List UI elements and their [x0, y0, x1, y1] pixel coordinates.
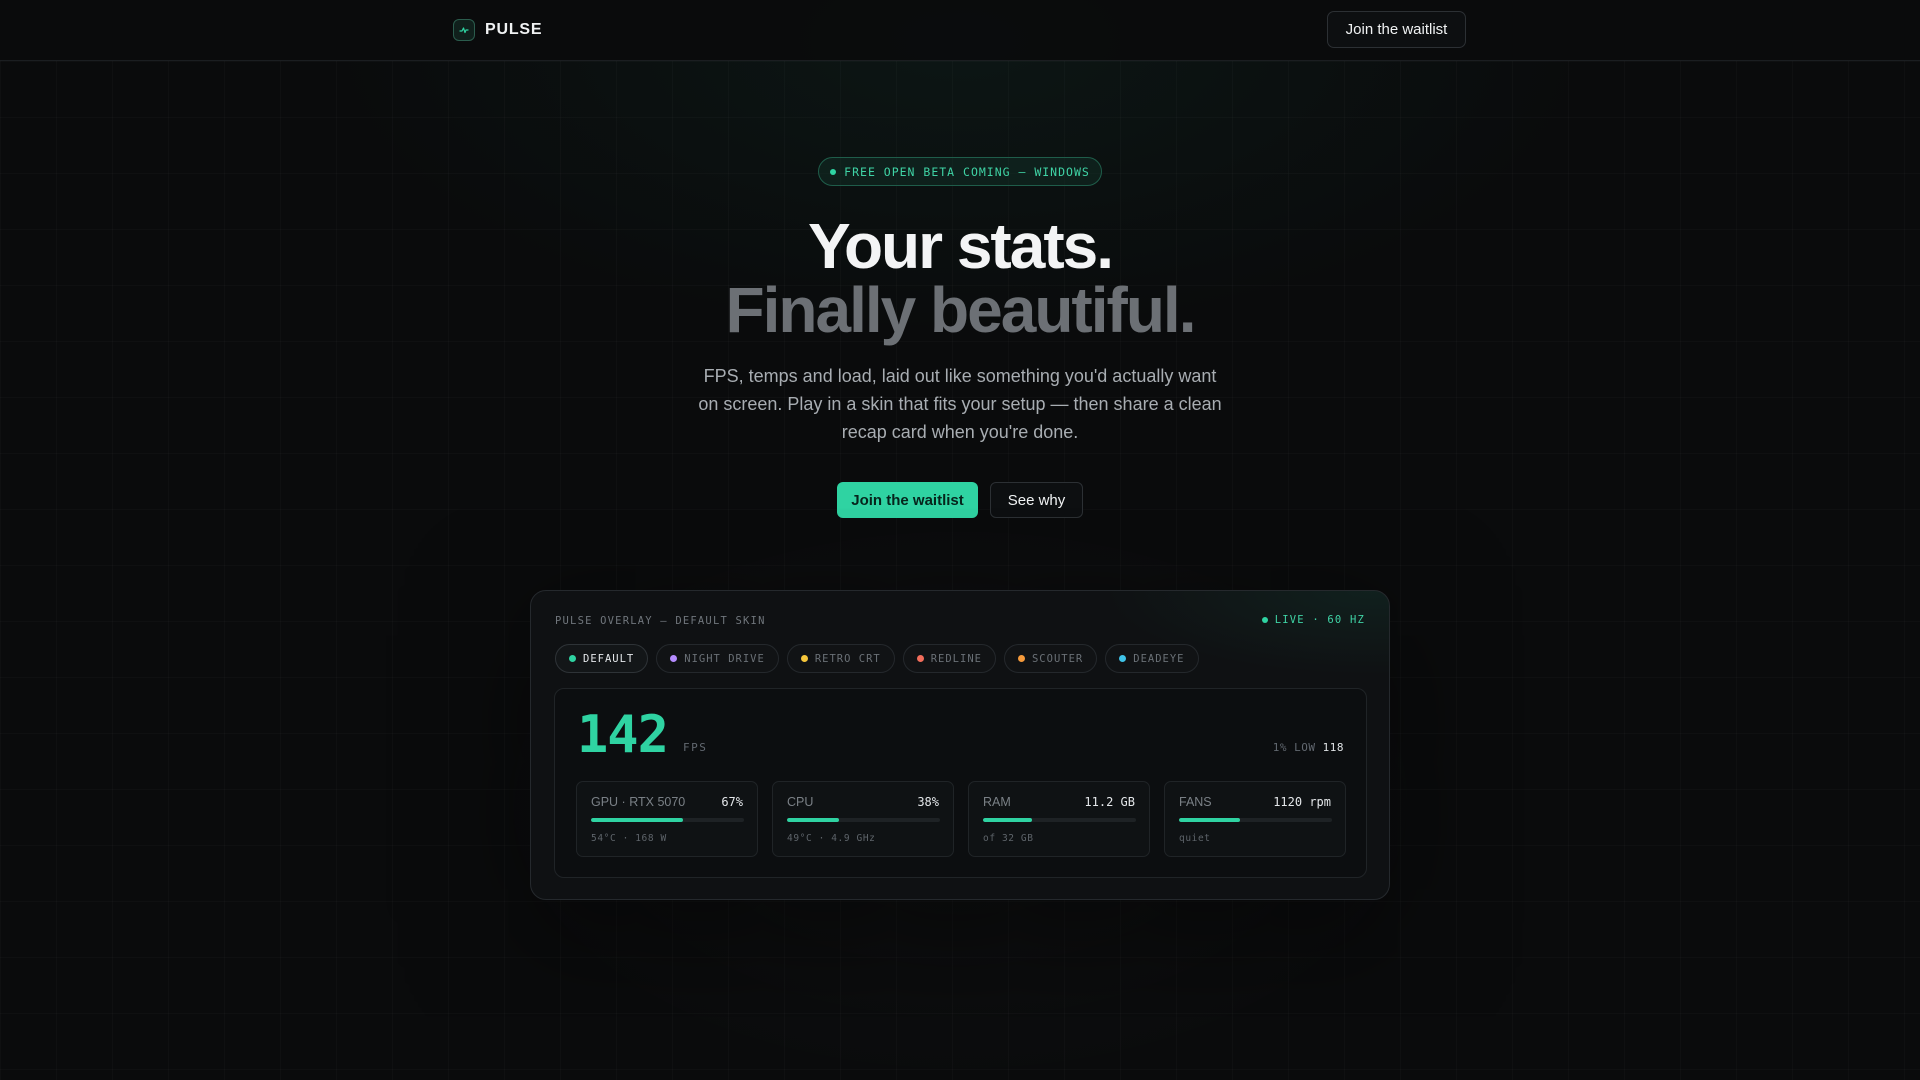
skin-chip-night-drive[interactable]: NIGHT DRIVE	[656, 644, 779, 673]
skin-color-dot-icon	[670, 655, 678, 662]
fps-value: 142	[577, 705, 669, 765]
stat-value: 67%	[721, 795, 743, 809]
skin-label: DEFAULT	[583, 652, 635, 665]
skin-chip-redline[interactable]: REDLINE	[902, 644, 996, 673]
badge-text: FREE OPEN BETA COMING — WINDOWS	[844, 164, 1090, 179]
stat-tile-ram: RAM 11.2 GB of 32 GB	[968, 781, 1150, 857]
stat-label: FANS	[1179, 795, 1212, 809]
skin-chip-retro-crt[interactable]: RETRO CRT	[786, 644, 895, 673]
skin-chip-default[interactable]: DEFAULT	[555, 644, 649, 673]
fps-low-label: 1% LOW	[1272, 741, 1316, 754]
join-waitlist-button[interactable]: Join the waitlist	[837, 482, 978, 518]
skin-label: DEADEYE	[1133, 652, 1185, 665]
fps-unit: FPS	[683, 741, 708, 754]
stat-value: 38%	[917, 795, 939, 809]
stat-bar	[1179, 818, 1332, 822]
skin-selector: DEFAULT NIGHT DRIVE RETRO CRT REDLINE SC…	[555, 644, 1199, 673]
stat-sub: 54°C · 168 W	[591, 833, 667, 844]
skin-color-dot-icon	[916, 655, 924, 662]
skin-label: RETRO CRT	[814, 652, 881, 665]
live-dot-icon	[1261, 617, 1268, 623]
beta-badge: FREE OPEN BETA COMING — WINDOWS	[818, 157, 1102, 186]
brand-name: PULSE	[485, 21, 543, 38]
stat-value: 1120 rpm	[1273, 795, 1331, 809]
skin-color-dot-icon	[569, 655, 576, 662]
stat-sub: 49°C · 4.9 GHz	[787, 833, 876, 844]
hero-title-line-1: Your stats.	[808, 210, 1114, 282]
stat-tile-cpu: CPU 38% 49°C · 4.9 GHz	[772, 781, 954, 857]
stat-bar-fill	[787, 818, 840, 822]
skin-label: NIGHT DRIVE	[684, 652, 765, 665]
see-why-button[interactable]: See why	[990, 482, 1083, 518]
stat-tile-fans: FANS 1120 rpm quiet	[1164, 781, 1346, 857]
fps-low: 1% LOW 118	[1273, 741, 1344, 754]
stat-sub: quiet	[1179, 833, 1211, 844]
skin-chip-deadeye[interactable]: DEADEYE	[1105, 644, 1199, 673]
live-indicator: LIVE · 60 HZ	[1261, 614, 1365, 626]
overlay-hud: 142 FPS 1% LOW 118 GPU · RTX 5070 67% 54…	[554, 688, 1367, 878]
fps-low-value: 118	[1322, 741, 1344, 754]
skin-color-dot-icon	[1017, 655, 1025, 662]
stat-bar-fill	[1179, 818, 1241, 822]
stat-value: 11.2 GB	[1084, 795, 1135, 809]
stat-label: GPU · RTX 5070	[591, 795, 686, 809]
stat-tile-gpu: GPU · RTX 5070 67% 54°C · 168 W	[576, 781, 758, 857]
skin-color-dot-icon	[1119, 655, 1127, 662]
skin-color-dot-icon	[800, 655, 808, 662]
overlay-preview-card: PULSE OVERLAY — DEFAULT SKIN LIVE · 60 H…	[530, 590, 1390, 900]
stat-bar	[591, 818, 744, 822]
stat-bar-fill	[983, 818, 1032, 822]
brand[interactable]: PULSE	[453, 19, 542, 41]
stat-tiles: GPU · RTX 5070 67% 54°C · 168 W CPU 38% …	[576, 781, 1346, 857]
pulse-logo-icon	[453, 19, 475, 41]
stat-label: RAM	[983, 795, 1011, 809]
stat-bar	[983, 818, 1136, 822]
stat-label: CPU	[787, 795, 814, 809]
live-text: LIVE · 60 HZ	[1274, 614, 1365, 626]
nav-join-waitlist-button[interactable]: Join the waitlist	[1327, 11, 1466, 48]
skin-label: SCOUTER	[1031, 652, 1084, 665]
top-nav: PULSE Join the waitlist	[0, 0, 1920, 61]
hero-lead: FPS, temps and load, laid out like somet…	[698, 366, 1222, 442]
stat-bar	[787, 818, 940, 822]
badge-dot-icon	[830, 168, 837, 175]
skin-chip-scouter[interactable]: SCOUTER	[1003, 644, 1098, 673]
skin-label: REDLINE	[930, 652, 982, 665]
stat-bar-fill	[591, 818, 683, 822]
hero-title-line-2: Finally beautiful.	[725, 274, 1197, 346]
overlay-title: PULSE OVERLAY — DEFAULT SKIN	[555, 615, 766, 627]
stat-sub: of 32 GB	[983, 833, 1034, 844]
